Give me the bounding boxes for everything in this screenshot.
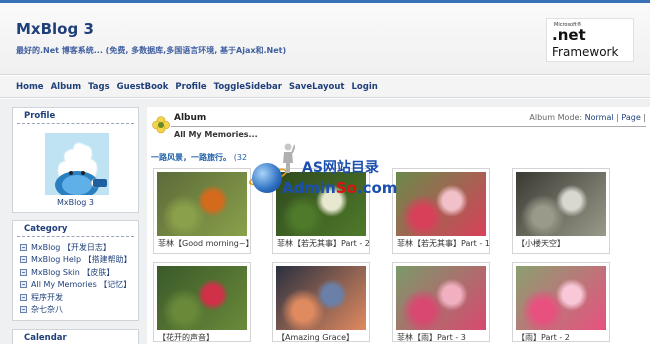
photo-card[interactable]: 【雨】Part - 2 bbox=[512, 262, 610, 342]
category-label[interactable]: MxBlog Skin 【皮肤】 bbox=[31, 267, 114, 278]
watermark-domain-so: So bbox=[335, 179, 357, 197]
category-icon bbox=[20, 293, 27, 301]
nav-home[interactable]: Home bbox=[16, 82, 44, 92]
category-title: Category bbox=[17, 221, 134, 237]
nav-guestbook[interactable]: GuestBook bbox=[117, 82, 169, 92]
logo-net-text: .net bbox=[552, 26, 586, 44]
photo-card[interactable]: 菲林【Good morning~】 bbox=[153, 168, 254, 254]
category-widget: Category MxBlog 【开发日志】 MxBlog Help 【搭建帮助… bbox=[12, 220, 139, 321]
album-description: 一路风景，一路旅行。 (32 bbox=[151, 152, 247, 163]
category-item[interactable]: MxBlog Skin 【皮肤】 bbox=[20, 266, 138, 279]
photo-caption[interactable]: 菲林【雨】Part - 3 bbox=[397, 332, 466, 343]
category-icon bbox=[20, 243, 27, 251]
photo-card[interactable]: 菲林【雨】Part - 3 bbox=[392, 262, 490, 342]
photo-caption[interactable]: 菲林【若无其事】Part - 1 bbox=[397, 238, 490, 249]
watermark-domain-admin: Admin bbox=[282, 179, 336, 197]
album-mode-trailing-separator: | bbox=[643, 113, 646, 122]
calendar-widget: Calendar bbox=[12, 329, 139, 344]
category-item[interactable]: MxBlog 【开发日志】 bbox=[20, 241, 138, 254]
person-icon bbox=[283, 143, 295, 173]
nav-save-layout[interactable]: SaveLayout bbox=[289, 82, 345, 92]
category-item[interactable]: 程序开发 bbox=[20, 291, 138, 304]
category-item[interactable]: All My Memories 【记忆】 bbox=[20, 279, 138, 292]
category-label[interactable]: MxBlog 【开发日志】 bbox=[31, 242, 111, 253]
category-label[interactable]: 杂七杂八 bbox=[31, 304, 63, 315]
avatar bbox=[45, 133, 109, 195]
album-flower-icon bbox=[152, 116, 170, 134]
album-title-divider bbox=[171, 126, 646, 127]
logo-framework-text: Framework bbox=[552, 45, 619, 59]
calendar-title: Calendar bbox=[17, 330, 134, 344]
photo-caption[interactable]: 【Amazing Grace】 bbox=[277, 332, 354, 343]
photo-thumbnail[interactable] bbox=[396, 266, 486, 330]
dotnet-framework-logo: Microsoft® .net Framework bbox=[546, 18, 634, 62]
nav-profile[interactable]: Profile bbox=[175, 82, 206, 92]
adminso-watermark: AS网站目录 AdminSo.com bbox=[247, 143, 408, 203]
album-mode-switch: Album Mode: Normal | Page | bbox=[529, 113, 646, 122]
profile-widget: Profile MxBlog 3 bbox=[12, 107, 139, 213]
nav-toggle-sidebar[interactable]: ToggleSidebar bbox=[214, 82, 282, 92]
album-mode-label: Album Mode: bbox=[529, 113, 583, 122]
watermark-domain: AdminSo.com bbox=[282, 179, 397, 197]
photo-thumbnail[interactable] bbox=[276, 266, 366, 330]
watermark-domain-com: .com bbox=[356, 179, 398, 197]
category-icon bbox=[20, 306, 27, 314]
album-description-text[interactable]: 一路风景，一路旅行。 bbox=[151, 153, 231, 162]
photo-caption[interactable]: 菲林【Good morning~】 bbox=[158, 238, 254, 249]
album-mode-normal[interactable]: Normal bbox=[585, 113, 614, 122]
category-list: MxBlog 【开发日志】 MxBlog Help 【搭建帮助】 MxBlog … bbox=[13, 237, 138, 316]
photo-caption[interactable]: 【花开的声音】 bbox=[158, 332, 214, 343]
album-title: Album bbox=[174, 113, 207, 123]
photo-card[interactable]: 【Amazing Grace】 bbox=[272, 262, 370, 342]
main-nav: Home Album Tags GuestBook Profile Toggle… bbox=[0, 76, 650, 98]
photo-thumbnail[interactable] bbox=[157, 266, 247, 330]
photo-caption[interactable]: 菲林【若无其事】Part - 2 bbox=[277, 238, 370, 249]
photo-caption[interactable]: 【小楼天空】 bbox=[517, 238, 565, 249]
category-icon bbox=[20, 256, 27, 264]
photo-caption[interactable]: 【雨】Part - 2 bbox=[517, 332, 570, 343]
album-mode-page[interactable]: Page bbox=[621, 113, 640, 122]
profile-title: Profile bbox=[17, 108, 134, 124]
nav-album[interactable]: Album bbox=[51, 82, 82, 92]
photo-thumbnail[interactable] bbox=[516, 172, 606, 236]
site-header: MxBlog 3 最好的.Net 博客系统... (免费, 多数据库,多国语言环… bbox=[0, 3, 650, 75]
photo-thumbnail[interactable] bbox=[516, 266, 606, 330]
category-item[interactable]: MxBlog Help 【搭建帮助】 bbox=[20, 254, 138, 267]
category-icon bbox=[20, 268, 27, 276]
album-mode-separator: | bbox=[616, 113, 619, 122]
profile-name[interactable]: MxBlog 3 bbox=[13, 198, 138, 207]
album-photo-count: (32 bbox=[233, 153, 248, 162]
site-title[interactable]: MxBlog 3 bbox=[16, 20, 94, 38]
category-label[interactable]: MxBlog Help 【搭建帮助】 bbox=[31, 254, 132, 265]
category-label[interactable]: 程序开发 bbox=[31, 292, 63, 303]
globe-icon bbox=[252, 163, 282, 193]
album-subtitle: All My Memories... bbox=[174, 130, 258, 139]
photo-thumbnail[interactable] bbox=[157, 172, 247, 236]
nav-login[interactable]: Login bbox=[351, 82, 377, 92]
watermark-title: AS网站目录 bbox=[302, 160, 379, 176]
site-tagline: 最好的.Net 博客系统... (免费, 多数据库,多国语言环境, 基于Ajax… bbox=[16, 46, 287, 55]
photo-card[interactable]: 【小楼天空】 bbox=[512, 168, 610, 254]
photo-thumbnail[interactable] bbox=[396, 172, 486, 236]
category-item[interactable]: 杂七杂八 bbox=[20, 304, 138, 317]
category-icon bbox=[20, 281, 27, 289]
photo-card[interactable]: 【花开的声音】 bbox=[153, 262, 251, 342]
nav-tags[interactable]: Tags bbox=[88, 82, 110, 92]
category-label[interactable]: All My Memories 【记忆】 bbox=[31, 279, 131, 290]
